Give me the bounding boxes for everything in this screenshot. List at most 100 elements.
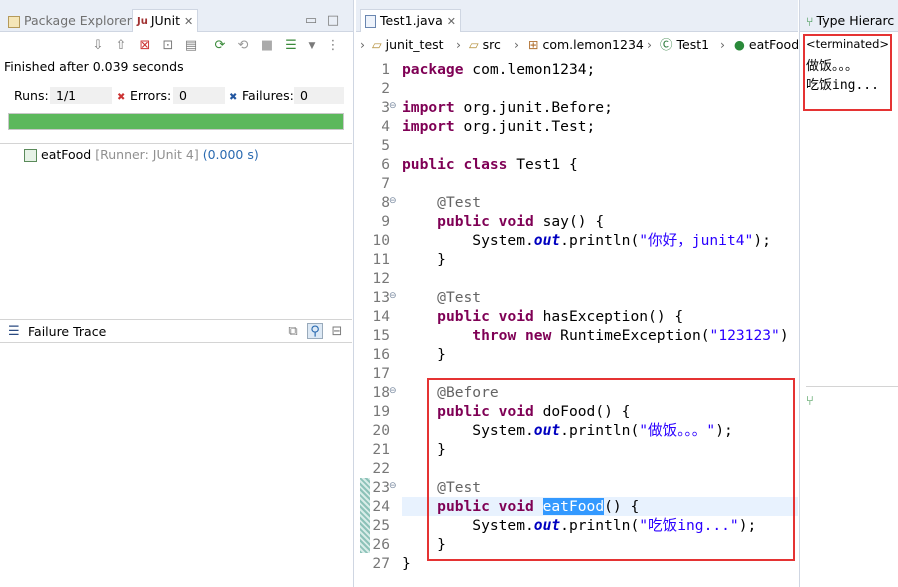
line-number: 19 [372, 403, 390, 420]
class-icon: Ⓒ [660, 37, 673, 52]
next-failure-icon[interactable]: ⇩ [90, 38, 106, 54]
breadcrumb-item-package[interactable]: ⊞ com.lemon1234 [528, 33, 644, 57]
history-icon[interactable]: ▤ [183, 38, 199, 54]
code-line: throw new RuntimeException("123123") [472, 327, 789, 344]
line-number: 6 [381, 156, 390, 173]
failure-trace-title: Failure Trace [28, 324, 107, 339]
junit-icon: Ju [137, 15, 148, 27]
type-hierarchy-icon: ⑂ [806, 13, 814, 29]
line-number: 18 [372, 384, 390, 401]
close-icon[interactable]: ✕ [447, 15, 456, 28]
runs-label: Runs: [14, 88, 49, 103]
stop-icon[interactable]: ■ [259, 38, 275, 54]
maximize-icon[interactable]: □ [325, 13, 341, 29]
line-number: 13 [372, 289, 390, 306]
line-number: 9 [381, 213, 390, 230]
fold-icon[interactable]: ⊖ [389, 101, 397, 111]
code-line: import org.junit.Test; [402, 118, 596, 135]
line-number: 15 [372, 327, 390, 344]
failures-icon: ✖ [229, 92, 238, 103]
fold-icon[interactable]: ⊖ [389, 291, 397, 301]
show-failures-only-icon[interactable]: ⊠ [137, 38, 153, 54]
line-number: 21 [372, 441, 390, 458]
type-hierarchy-icon: ⑂ [806, 394, 814, 409]
editor-view: Test1.java ✕ › ▱ junit_test › ▱ src › ⊞ c… [356, 0, 798, 587]
tab-test1-java[interactable]: Test1.java ✕ [360, 9, 461, 32]
line-number: 8 [381, 194, 390, 211]
tab-junit-label: JUnit [150, 13, 180, 28]
tab-type-hierarchy[interactable]: ⑂ Type Hierarc [806, 10, 894, 32]
minimize-icon[interactable]: ▭ [303, 13, 319, 29]
close-icon[interactable]: ✕ [184, 15, 193, 28]
tab-junit[interactable]: Ju JUnit ✕ [132, 9, 199, 32]
rerun-failed-first-icon[interactable]: ⟲ [235, 38, 251, 54]
scroll-lock-icon[interactable]: ⊡ [160, 38, 176, 54]
line-number: 23 [372, 479, 390, 496]
fold-icon[interactable]: ⊖ [389, 386, 397, 396]
test-tree-item[interactable]: eatFood [Runner: JUnit 4] (0.000 s) [24, 146, 259, 164]
line-number: 7 [381, 175, 390, 192]
code-line: package com.lemon1234; [402, 61, 596, 78]
tab-package-explorer[interactable]: Package Explorer [8, 10, 132, 32]
line-number: 10 [372, 232, 390, 249]
rerun-test-icon[interactable]: ⟳ [212, 38, 228, 54]
code-line: @Test [437, 289, 482, 306]
junit-view: Package Explorer Ju JUnit ✕ ▭ □ ⇩ ⇧ ⊠ ⊡ ▤ … [0, 0, 354, 587]
code-line: public void say() { [437, 213, 605, 230]
line-number: 14 [372, 308, 390, 325]
line-number: 11 [372, 251, 390, 268]
failures-label: Failures: [242, 88, 294, 103]
progress-bar [8, 113, 344, 130]
copy-trace-icon[interactable]: ⊟ [329, 324, 345, 340]
line-number: 20 [372, 422, 390, 439]
line-number: 25 [372, 517, 390, 534]
line-number: 26 [372, 536, 390, 553]
test-name: eatFood [41, 147, 92, 162]
left-tab-bar: Package Explorer Ju JUnit ✕ ▭ □ [0, 0, 353, 32]
compare-results-icon[interactable]: ⧉ [285, 324, 301, 340]
breadcrumb-project-label: junit_test [385, 37, 444, 52]
code-line: } [402, 555, 411, 572]
java-file-icon [365, 15, 376, 28]
line-number: 4 [381, 118, 390, 135]
test-passed-icon [24, 149, 37, 162]
view-menu-icon[interactable]: ⋮ [325, 38, 341, 54]
highlight-box [803, 34, 892, 111]
fold-icon[interactable]: ⊖ [389, 196, 397, 206]
divider [806, 386, 898, 387]
package-icon: ⊞ [528, 37, 539, 52]
line-number: 5 [381, 137, 390, 154]
filter-stack-trace-icon[interactable]: ⚲ [307, 323, 323, 339]
breadcrumb-item-project[interactable]: ▱ junit_test [372, 33, 444, 57]
status-text: Finished after 0.039 seconds [4, 59, 184, 74]
line-number: 27 [372, 555, 390, 572]
fold-icon[interactable]: ⊖ [389, 481, 397, 491]
source-folder-icon: ▱ [469, 37, 479, 52]
code-line: @Test [437, 194, 482, 211]
breadcrumb-item-method[interactable]: ● eatFood [734, 33, 798, 57]
runs-value: 1/1 [50, 87, 112, 104]
tab-package-explorer-label: Package Explorer [24, 13, 132, 28]
chevron-down-icon[interactable]: ▼ [304, 38, 320, 54]
highlight-box [427, 378, 795, 561]
code-line: System.out.println("你好，junit4"); [402, 232, 771, 249]
test-run-history-icon[interactable]: ☰ [283, 38, 299, 54]
breadcrumb: › ▱ junit_test › ▱ src › ⊞ com.lemon1234… [356, 33, 798, 57]
errors-label: Errors: [130, 88, 172, 103]
tab-test1-label: Test1.java [380, 13, 443, 28]
project-icon: ▱ [372, 37, 382, 52]
breadcrumb-class-label: Test1 [676, 37, 710, 52]
breadcrumb-item-src[interactable]: ▱ src [469, 33, 501, 57]
line-number: 2 [381, 80, 390, 97]
code-line: } [402, 346, 446, 363]
chevron-right-icon: › [514, 37, 519, 52]
line-number: 12 [372, 270, 390, 287]
chevron-right-icon: › [647, 37, 652, 52]
test-time: (0.000 s) [202, 147, 259, 162]
code-line: public void hasException() { [437, 308, 684, 325]
line-number: 24 [372, 498, 390, 515]
type-hierarchy-view: ⑂ Type Hierarc <terminated> 做饭。。。 吃饭ing..… [799, 0, 898, 587]
previous-failure-icon[interactable]: ⇧ [113, 38, 129, 54]
breadcrumb-item-class[interactable]: Ⓒ Test1 [660, 33, 709, 57]
package-explorer-icon [8, 15, 20, 28]
